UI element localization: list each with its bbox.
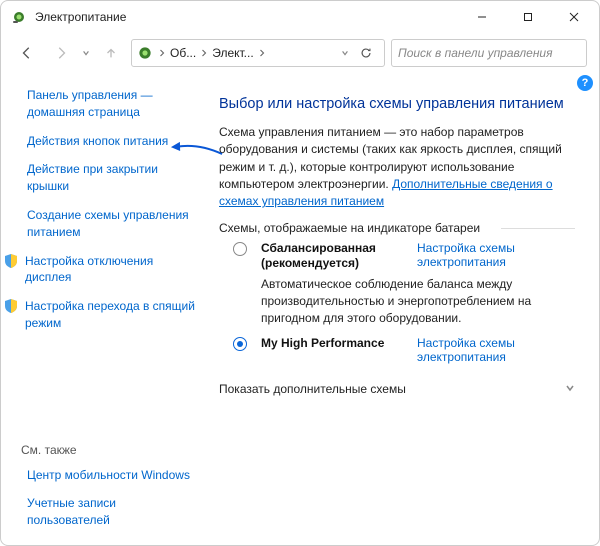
sidebar-item-label: Панель управления — домашняя страница — [27, 87, 201, 121]
chevron-down-icon — [565, 382, 575, 396]
sidebar-item-label: Действия кнопок питания — [27, 133, 168, 150]
back-button[interactable] — [13, 39, 41, 67]
close-button[interactable] — [551, 1, 597, 33]
seealso-user-accounts[interactable]: Учетные записи пользователей — [21, 495, 201, 529]
help-icon[interactable]: ? — [577, 75, 593, 91]
plan-balanced: Сбалансированная (рекомендуется) Настрой… — [233, 241, 575, 327]
sidebar-item-label: Центр мобильности Windows — [27, 467, 190, 484]
radio-balanced[interactable] — [233, 242, 247, 256]
seealso-mobility-center[interactable]: Центр мобильности Windows — [21, 467, 201, 484]
sidebar-item-label: Действие при закрытии крышки — [27, 161, 201, 195]
page-title: Выбор или настройка схемы управления пит… — [219, 95, 575, 114]
chevron-right-icon — [256, 49, 268, 57]
sidebar-item-lid-close[interactable]: Действие при закрытии крышки — [21, 161, 201, 195]
power-icon — [136, 44, 154, 62]
plan-name[interactable]: My High Performance — [261, 336, 411, 352]
sidebar-item-create-plan[interactable]: Создание схемы управления питанием — [21, 207, 201, 241]
refresh-button[interactable] — [352, 39, 380, 67]
chevron-right-icon — [156, 49, 168, 57]
app-icon — [11, 9, 27, 25]
show-additional-plans[interactable]: Показать дополнительные схемы — [219, 382, 575, 396]
recent-dropdown[interactable] — [81, 49, 91, 57]
radio-my-high-performance[interactable] — [233, 337, 247, 351]
sidebar-item-power-buttons[interactable]: Действия кнопок питания — [21, 133, 201, 150]
plan-my-high-performance: My High Performance Настройка схемы элек… — [233, 336, 575, 364]
window-title: Электропитание — [35, 10, 126, 24]
maximize-button[interactable] — [505, 1, 551, 33]
sidebar-home-link[interactable]: Панель управления — домашняя страница — [21, 87, 201, 121]
titlebar: Электропитание — [1, 1, 599, 33]
address-bar[interactable]: Об... Элект... — [131, 39, 385, 67]
plan-configure-link[interactable]: Настройка схемы электропитания — [417, 336, 575, 364]
toolbar: Об... Элект... — [1, 33, 599, 73]
sidebar-item-label: Учетные записи пользователей — [27, 495, 201, 529]
sidebar-item-label: Настройка отключения дисплея — [25, 253, 201, 287]
sidebar-item-label: Настройка перехода в спящий режим — [25, 298, 201, 332]
show-more-label: Показать дополнительные схемы — [219, 382, 406, 396]
breadcrumb-seg-1[interactable]: Об... — [170, 46, 196, 60]
minimize-button[interactable] — [459, 1, 505, 33]
section-label: Схемы, отображаемые на индикаторе батаре… — [219, 221, 575, 235]
address-dropdown[interactable] — [340, 49, 350, 57]
plan-configure-link[interactable]: Настройка схемы электропитания — [417, 241, 575, 269]
main-panel: ? Выбор или настройка схемы управления п… — [209, 73, 599, 545]
seealso-header: См. также — [21, 443, 201, 457]
page-description: Схема управления питанием — это набор па… — [219, 124, 575, 211]
plan-description: Автоматическое соблюдение баланса между … — [261, 276, 575, 326]
plan-name[interactable]: Сбалансированная (рекомендуется) — [261, 241, 411, 272]
sidebar: Панель управления — домашняя страница Де… — [1, 73, 209, 545]
sidebar-item-display-off[interactable]: Настройка отключения дисплея — [3, 253, 201, 287]
shield-icon — [3, 298, 19, 314]
shield-icon — [3, 253, 19, 269]
search-input[interactable] — [391, 39, 587, 67]
sidebar-item-label: Создание схемы управления питанием — [27, 207, 201, 241]
breadcrumb-seg-2[interactable]: Элект... — [212, 46, 253, 60]
up-button[interactable] — [97, 39, 125, 67]
forward-button[interactable] — [47, 39, 75, 67]
sidebar-item-sleep[interactable]: Настройка перехода в спящий режим — [3, 298, 201, 332]
chevron-right-icon — [198, 49, 210, 57]
